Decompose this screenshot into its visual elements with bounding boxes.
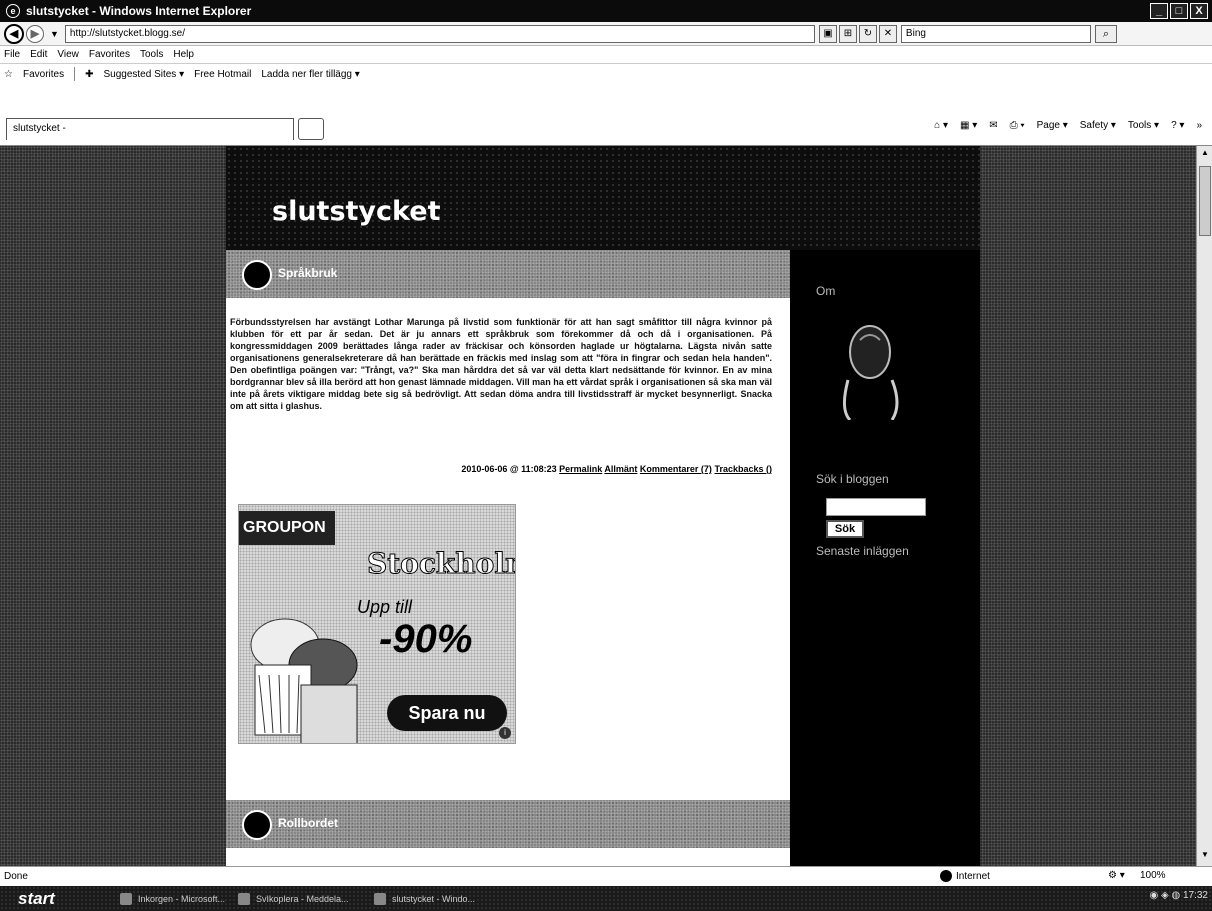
help-icon[interactable]: ? ▾ — [1171, 120, 1184, 131]
blog-search-input[interactable] — [826, 498, 926, 516]
ad-line: Upp till — [357, 597, 413, 617]
blog-title[interactable]: slutstycket — [272, 196, 441, 227]
tab-bar: slutstycket - ⌂ ▾ ▦ ▾ ✉ ⎙ ▾ Page ▾ Safet… — [0, 84, 1212, 146]
tools-menu[interactable]: Tools ▾ — [1128, 120, 1159, 131]
status-text: Done — [4, 871, 28, 882]
comments-link[interactable]: Kommentarer (7) — [640, 464, 712, 474]
command-bar: ⌂ ▾ ▦ ▾ ✉ ⎙ ▾ Page ▾ Safety ▾ Tools ▾ ? … — [934, 120, 1202, 131]
post-meta: 2010-06-06 @ 11:08:23 Permalink Allmänt … — [226, 464, 772, 474]
taskbar: start Inkorgen - Microsoft... SvIkoplera… — [0, 886, 1212, 911]
cupcake-image — [250, 618, 358, 743]
new-tab-button[interactable] — [298, 118, 324, 140]
print-icon[interactable]: ⎙ ▾ — [1010, 120, 1025, 131]
compat-view-icon[interactable]: ▣ — [818, 24, 837, 43]
groupon-ad[interactable]: GROUPON Stockholm Upp till -90% Spara nu… — [238, 504, 516, 744]
address-bar: ◀ ▶ ▼ http://slutstycket.blogg.se/ ▣ ⊞ ↻… — [0, 22, 1212, 46]
ad-cta-button[interactable]: Spara nu — [387, 695, 507, 731]
menu-view[interactable]: View — [57, 49, 79, 60]
latest-posts-label: Senaste inläggen — [816, 544, 909, 558]
forward-button[interactable]: ▶ — [26, 24, 44, 43]
zoom-level[interactable]: 100% — [1140, 870, 1166, 881]
back-button[interactable]: ◀ — [4, 23, 24, 44]
start-button[interactable]: start — [0, 887, 90, 910]
search-icon[interactable]: ⌕ — [1094, 24, 1117, 43]
maximize-button[interactable]: □ — [1170, 3, 1188, 19]
ad-brand: GROUPON — [239, 511, 335, 545]
post-body: Förbundsstyrelsen har avstängt Lothar Ma… — [230, 317, 772, 411]
tray-icons[interactable]: ◉ ◈ ◍ — [1149, 890, 1182, 901]
page-viewport: slutstycket Språkbruk Förbundsstyrelsen … — [0, 146, 1196, 866]
zone-label: Internet — [956, 870, 990, 882]
safety-menu[interactable]: Safety ▾ — [1080, 120, 1116, 131]
taskbar-item-ie[interactable]: slutstycket - Windo... — [372, 890, 475, 908]
mail-icon[interactable]: ✉ — [989, 120, 997, 131]
search-label: Sök i bloggen — [816, 472, 889, 486]
vertical-scrollbar[interactable]: ▲ ▼ — [1196, 146, 1212, 866]
menu-bar: File Edit View Favorites Tools Help — [0, 46, 1212, 64]
status-bar: Done Internet ⚙ ▾ 100% — [0, 866, 1212, 886]
ad-city: Stockholm — [367, 547, 515, 581]
blog-search-button[interactable]: Sök — [826, 520, 864, 538]
search-input[interactable]: Bing — [900, 24, 1091, 43]
url-input[interactable]: http://slutstycket.blogg.se/ — [64, 24, 815, 43]
trackbacks-link[interactable]: Trackbacks () — [714, 464, 772, 474]
ad-info-icon[interactable]: i — [499, 727, 511, 739]
taskbar-item-outlook[interactable]: Inkorgen - Microsoft... — [118, 890, 225, 908]
globe-icon — [940, 870, 952, 882]
ie-icon: e — [6, 4, 20, 18]
protected-mode-icon[interactable]: ⚙ ▾ — [1108, 870, 1125, 881]
favorite-free-hotmail[interactable]: Free Hotmail — [194, 69, 251, 80]
chevron-right-icon[interactable]: » — [1196, 120, 1202, 131]
post-bullet-icon — [242, 810, 272, 840]
menu-file[interactable]: File — [4, 49, 20, 60]
post-timestamp: 2010-06-06 @ 11:08:23 — [461, 464, 557, 474]
post-header: Rollbordet — [226, 800, 790, 848]
tab-slutstycket[interactable]: slutstycket - — [6, 118, 294, 140]
author-photo — [843, 325, 899, 420]
blog-header: slutstycket — [226, 146, 980, 250]
blog-container: slutstycket Språkbruk Förbundsstyrelsen … — [226, 146, 980, 866]
post-bullet-icon — [242, 260, 272, 290]
taskbar-item-mail[interactable]: SvIkoplera - Meddela... — [236, 890, 349, 908]
sidebar: Om Sök i bloggen Sök Senaste inläggen — [790, 250, 980, 866]
post-header: Språkbruk — [226, 250, 790, 298]
rss-icon[interactable]: ⊞ — [838, 24, 857, 43]
favorites-separator — [74, 67, 76, 81]
page-menu[interactable]: Page ▾ — [1037, 120, 1068, 131]
scroll-up-icon[interactable]: ▲ — [1199, 148, 1211, 162]
permalink-link[interactable]: Permalink — [559, 464, 602, 474]
minimize-button[interactable]: _ — [1150, 3, 1168, 19]
window-title: slutstycket - Windows Internet Explorer — [26, 4, 252, 18]
clock: 17:32 — [1182, 890, 1208, 901]
menu-tools[interactable]: Tools — [140, 49, 163, 60]
menu-favorites[interactable]: Favorites — [89, 49, 130, 60]
system-tray: ◉ ◈ ◍ 17:32 — [1149, 890, 1208, 901]
category-link[interactable]: Allmänt — [604, 464, 637, 474]
favorites-bar: ☆ Favorites ✚ Suggested Sites ▾ Free Hot… — [0, 64, 1212, 84]
window-titlebar: e slutstycket - Windows Internet Explore… — [0, 0, 1212, 22]
history-dropdown-icon[interactable]: ▼ — [50, 29, 59, 39]
feeds-icon[interactable]: ▦ ▾ — [960, 120, 977, 131]
scroll-down-icon[interactable]: ▼ — [1199, 850, 1211, 864]
refresh-icon[interactable]: ↻ — [858, 24, 877, 43]
favorite-addons[interactable]: Ladda ner fler tillägg ▾ — [261, 69, 359, 80]
about-label: Om — [816, 284, 836, 298]
menu-edit[interactable]: Edit — [30, 49, 47, 60]
main-column: Språkbruk Förbundsstyrelsen har avstängt… — [226, 250, 790, 866]
home-icon[interactable]: ⌂ ▾ — [934, 120, 948, 131]
close-button[interactable]: X — [1190, 3, 1208, 19]
favorite-suggested-sites[interactable]: Suggested Sites ▾ — [103, 69, 184, 80]
post-title[interactable]: Rollbordet — [278, 816, 338, 830]
scroll-thumb[interactable] — [1199, 166, 1211, 236]
add-favorite-icon[interactable]: ✚ — [85, 69, 93, 80]
ad-discount: -90% — [379, 617, 473, 661]
favorites-button[interactable]: Favorites — [23, 69, 64, 80]
stop-icon[interactable]: ✕ — [878, 24, 897, 43]
security-zone[interactable]: Internet — [940, 870, 990, 882]
post-title[interactable]: Språkbruk — [278, 266, 337, 280]
favorites-star-icon[interactable]: ☆ — [4, 69, 13, 80]
menu-help[interactable]: Help — [173, 49, 194, 60]
